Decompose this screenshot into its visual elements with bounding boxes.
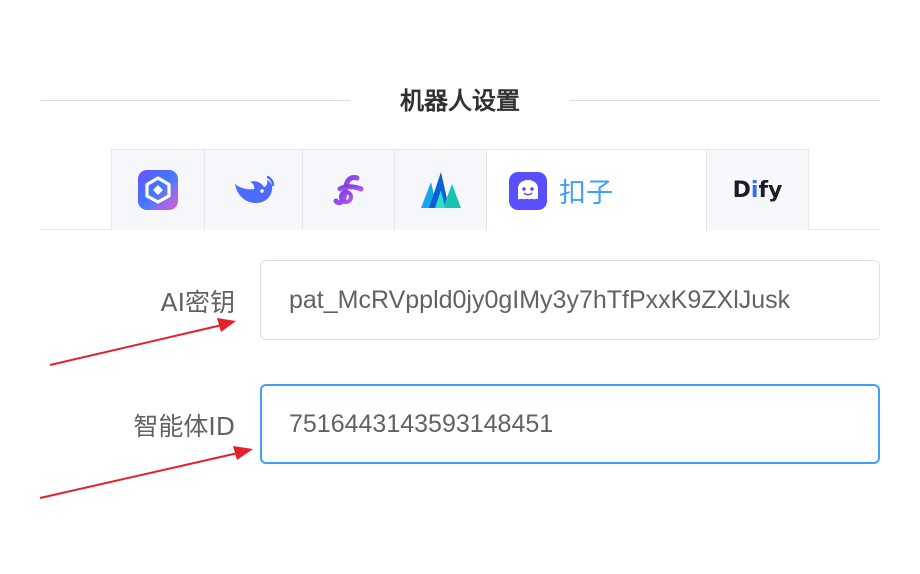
arrow-to-agent-id — [39, 446, 253, 499]
arrow-to-api-key — [49, 318, 236, 366]
annotation-arrows — [39, 318, 253, 499]
